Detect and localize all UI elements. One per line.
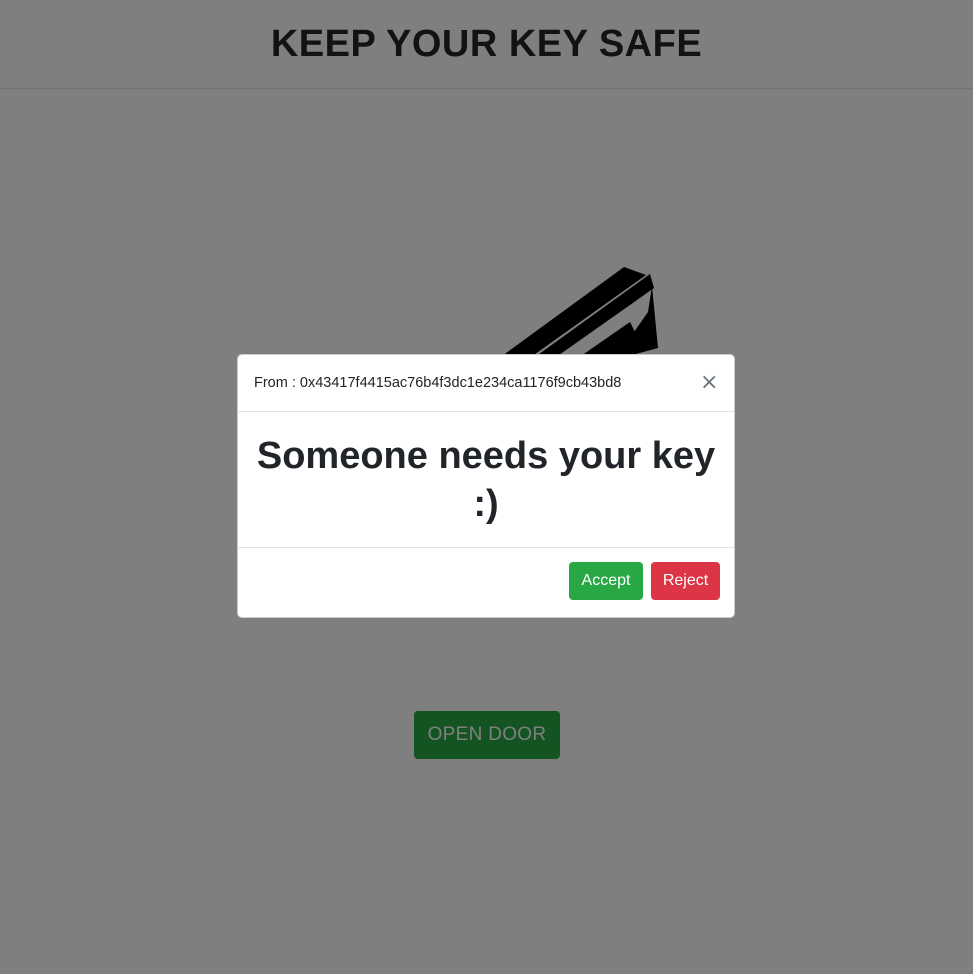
modal-message: Someone needs your key :) xyxy=(256,434,716,525)
accept-button[interactable]: Accept xyxy=(569,562,643,600)
modal-header: From : 0x43417f4415ac76b4f3dc1e234ca1176… xyxy=(238,355,734,412)
modal-body: Someone needs your key :) xyxy=(238,412,734,548)
modal-sender-address: From : 0x43417f4415ac76b4f3dc1e234ca1176… xyxy=(254,375,622,391)
reject-button[interactable]: Reject xyxy=(651,562,720,600)
modal-footer: Accept Reject xyxy=(238,548,734,617)
close-icon[interactable]: × xyxy=(700,372,718,394)
key-request-modal: From : 0x43417f4415ac76b4f3dc1e234ca1176… xyxy=(237,354,735,618)
page: KEEP YOUR KEY SAFE OPEN DOOR From : 0x43… xyxy=(0,0,973,974)
